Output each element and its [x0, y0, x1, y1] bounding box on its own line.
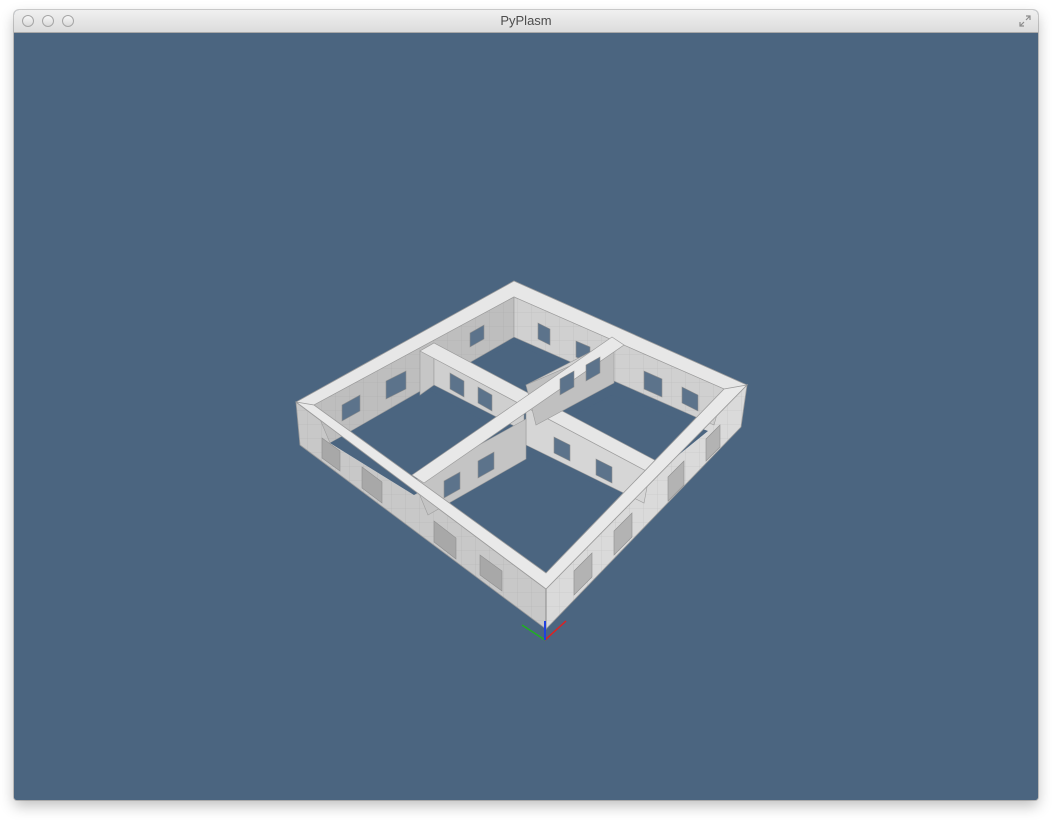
- title-bar[interactable]: PyPlasm: [14, 10, 1038, 33]
- model-group: [295, 280, 749, 630]
- fullscreen-arrows-icon[interactable]: [1018, 14, 1032, 28]
- building-model: [295, 280, 749, 641]
- axis-y-line: [521, 624, 546, 641]
- 3d-viewport[interactable]: [14, 33, 1038, 800]
- window-title: PyPlasm: [500, 13, 552, 28]
- app-window: PyPlasm: [14, 10, 1038, 800]
- axis-gizmo: [521, 620, 567, 641]
